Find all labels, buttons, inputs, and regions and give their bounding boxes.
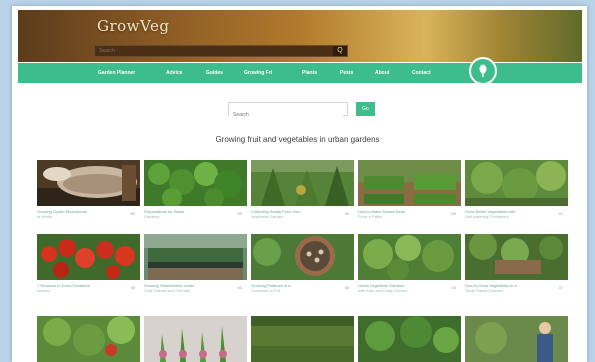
search-icon: Q bbox=[337, 47, 343, 54]
article-subtitle[interactable]: Vegetable Garden bbox=[251, 214, 331, 219]
nav-item-pests[interactable]: Pests bbox=[340, 63, 353, 83]
site-logo[interactable]: GrowVeg bbox=[97, 17, 169, 35]
comment-count: 52 bbox=[237, 211, 242, 216]
nav-item-contact[interactable]: Contact bbox=[412, 63, 431, 83]
comment-count: 41 bbox=[558, 211, 563, 216]
article-tile[interactable]: Preparations for Salad Gardens 52 bbox=[144, 160, 247, 219]
vegetable-thumbnail[interactable] bbox=[37, 316, 140, 362]
article-tile[interactable] bbox=[144, 316, 247, 362]
article-tile[interactable]: Growing Potatoes in a Container or Pot 3… bbox=[251, 234, 354, 293]
article-tile[interactable]: 7 Reasons to Grow Tomatoes Indoors 35 bbox=[37, 234, 140, 293]
article-subtitle[interactable]: Self-watering Containers bbox=[465, 214, 545, 219]
content-search-go-button[interactable]: Go bbox=[356, 102, 375, 116]
comment-count: 62 bbox=[130, 211, 135, 216]
salad-garden-thumbnail[interactable] bbox=[144, 160, 247, 206]
raised-beds-thumbnail[interactable] bbox=[358, 160, 461, 206]
seed-collecting-thumbnail[interactable] bbox=[251, 160, 354, 206]
leafy-greens-thumbnail[interactable] bbox=[358, 316, 461, 362]
self-watering-thumbnail[interactable] bbox=[465, 160, 568, 206]
comment-count: 43 bbox=[237, 285, 242, 290]
small-raised-garden-thumbnail[interactable] bbox=[465, 234, 568, 280]
comment-count: 35 bbox=[130, 285, 135, 290]
article-tile[interactable] bbox=[465, 316, 568, 362]
tomatoes-thumbnail[interactable] bbox=[37, 234, 140, 280]
article-subtitle[interactable]: Container or Pot bbox=[251, 288, 331, 293]
hedgerow-thumbnail[interactable] bbox=[251, 316, 354, 362]
header-search-bar[interactable]: Q bbox=[94, 45, 348, 57]
header-search-button[interactable]: Q bbox=[333, 46, 347, 56]
article-subtitle[interactable]: Cold Frames and Tunnels bbox=[144, 288, 224, 293]
article-subtitle[interactable]: at Home bbox=[37, 214, 117, 219]
article-subtitle[interactable]: Small Raised Garden bbox=[465, 288, 545, 293]
article-tile[interactable] bbox=[37, 316, 140, 362]
logo-badge[interactable] bbox=[469, 57, 497, 85]
comment-count: 40 bbox=[344, 211, 349, 216]
mushroom-thumbnail[interactable] bbox=[37, 160, 140, 206]
nav-item-guides[interactable]: Guides bbox=[206, 63, 223, 83]
nav-item-growing[interactable]: Growing Fri bbox=[244, 63, 272, 83]
comment-count: 38 bbox=[344, 285, 349, 290]
article-tile[interactable] bbox=[251, 316, 354, 362]
article-subtitle[interactable]: Indoors bbox=[37, 288, 117, 293]
potato-pot-thumbnail[interactable] bbox=[251, 234, 354, 280]
gardener-thumbnail[interactable] bbox=[465, 316, 568, 362]
nav-item-plants[interactable]: Plants bbox=[302, 63, 317, 83]
nav-item-advice[interactable]: Advice bbox=[166, 63, 182, 83]
article-subtitle[interactable]: Gardens bbox=[144, 214, 224, 219]
main-nav: Garden Planner Advice Guides Growing Fri… bbox=[18, 63, 582, 83]
comment-count: 44 bbox=[451, 285, 456, 290]
article-tile[interactable]: How to Make Raised Beds From a Pallet 69 bbox=[358, 160, 461, 219]
leaf-icon bbox=[479, 64, 487, 77]
content-search-box[interactable] bbox=[228, 102, 348, 121]
nav-item-about[interactable]: About bbox=[375, 63, 389, 83]
content-search-input[interactable] bbox=[229, 109, 343, 121]
article-tile[interactable]: Urban Vegetable Gardens with Kale and Le… bbox=[358, 234, 461, 293]
article-subtitle[interactable]: From a Pallet bbox=[358, 214, 438, 219]
page-title: Growing fruit and vegetables in urban ga… bbox=[215, 135, 380, 144]
article-tile[interactable]: Collecting Seeds From Your Vegetable Gar… bbox=[251, 160, 354, 219]
article-tile[interactable]: Growing Strawberries Under Cold Frames a… bbox=[144, 234, 247, 293]
article-tile[interactable] bbox=[358, 316, 461, 362]
nav-item-garden-planner[interactable]: Garden Planner bbox=[98, 63, 135, 83]
article-tile[interactable]: Grow Better Vegetables with Self-waterin… bbox=[465, 160, 568, 219]
kale-garden-thumbnail[interactable] bbox=[358, 234, 461, 280]
cold-frame-thumbnail[interactable] bbox=[144, 234, 247, 280]
header-search-input[interactable] bbox=[95, 46, 335, 56]
article-tile[interactable]: Growing Oyster Mushrooms at Home 62 bbox=[37, 160, 140, 219]
seedlings-thumbnail[interactable] bbox=[144, 316, 247, 362]
comment-count: 69 bbox=[451, 211, 456, 216]
article-tile[interactable]: How to Grow Vegetables in a Small Raised… bbox=[465, 234, 568, 293]
article-subtitle[interactable]: with Kale and Leafy Greens bbox=[358, 288, 438, 293]
comment-count: 37 bbox=[558, 285, 563, 290]
